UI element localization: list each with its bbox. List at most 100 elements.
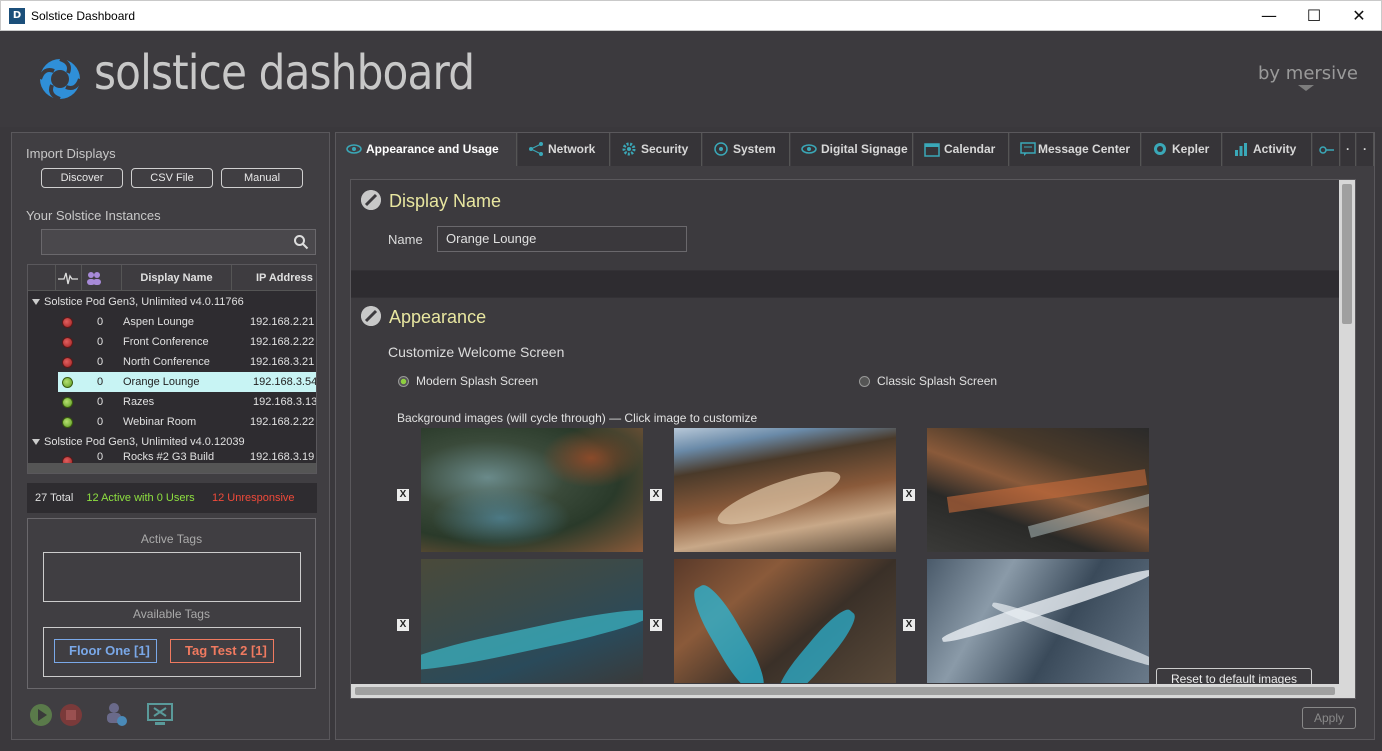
remove-image-button[interactable]: X [903, 619, 915, 631]
scrollbar-thumb[interactable] [355, 687, 1335, 695]
instances-table: Display Name IP Address Solstice Pod Gen… [27, 264, 317, 474]
display-name-title: Display Name [389, 191, 502, 211]
background-image-thumbnail[interactable] [927, 428, 1149, 552]
screen-icon[interactable] [147, 703, 173, 727]
network-icon [529, 142, 543, 156]
import-displays-label: Import Displays [26, 146, 116, 161]
tab-calendar[interactable]: Calendar [914, 133, 1009, 166]
minimize-button[interactable]: — [1246, 1, 1292, 31]
available-tags-label: Available Tags [133, 607, 210, 621]
maximize-button[interactable]: ☐ [1291, 1, 1337, 31]
background-image-thumbnail[interactable] [421, 428, 643, 552]
table-row[interactable]: 0 Razes 192.168.3.13 [28, 392, 316, 412]
table-row[interactable]: 0 North Conference 192.168.3.21 [28, 352, 316, 372]
tab-kepler[interactable]: Kepler [1142, 133, 1222, 166]
tab-network[interactable]: Network [518, 133, 610, 166]
close-button[interactable]: ✕ [1336, 1, 1382, 31]
status-online-icon [62, 377, 73, 388]
brand-label: by mersive [1258, 63, 1358, 84]
content-horizontal-scrollbar[interactable] [351, 684, 1341, 698]
available-tags-list: Floor One [1] Tag Test 2 [1] [43, 627, 301, 677]
section-divider [351, 271, 1341, 297]
status-offline-icon [62, 337, 73, 348]
group-row[interactable]: Solstice Pod Gen3, Unlimited v4.0.11766 [28, 292, 316, 312]
tab-system[interactable]: System [703, 133, 790, 166]
message-icon [1020, 142, 1036, 156]
content-vertical-scrollbar[interactable] [1339, 180, 1355, 698]
column-expand[interactable] [28, 265, 56, 291]
remove-image-button[interactable]: X [903, 489, 915, 501]
stop-icon[interactable] [59, 703, 83, 727]
background-image-thumbnail[interactable] [927, 559, 1149, 683]
appearance-title: Appearance [389, 307, 487, 327]
settings-content: Display Name Name Orange Lounge Appearan… [350, 179, 1356, 699]
solstice-logo-icon [38, 57, 82, 101]
column-users[interactable] [82, 265, 122, 291]
total-count: 27 Total [35, 492, 74, 504]
table-row[interactable]: 0 Rocks #2 G3 Build 192.168.3.19 [28, 451, 316, 463]
customize-welcome-label: Customize Welcome Screen [388, 344, 565, 360]
manual-button[interactable]: Manual [221, 168, 303, 188]
instances-label: Your Solstice Instances [26, 208, 161, 223]
modern-splash-radio[interactable] [398, 376, 409, 387]
settings-tabs: Appearance and Usage Network Security Sy… [336, 133, 1376, 166]
active-count: 12 Active with 0 Users [86, 492, 195, 504]
tab-digital-signage[interactable]: Digital Signage [791, 133, 913, 166]
status-offline-icon [62, 456, 73, 463]
key-icon [1319, 146, 1334, 154]
table-row-selected[interactable]: 0 Orange Lounge 192.168.3.54 [58, 372, 316, 392]
table-row[interactable]: 0 Front Conference 192.168.2.22 [28, 332, 316, 352]
column-display-name[interactable]: Display Name [122, 265, 232, 291]
scrollbar-thumb[interactable] [1342, 184, 1352, 324]
tag-test-2[interactable]: Tag Test 2 [1] [170, 639, 274, 663]
active-tags-label: Active Tags [140, 532, 203, 546]
display-name-input[interactable]: Orange Lounge [437, 226, 687, 252]
edit-icon [361, 306, 381, 326]
eye-icon [801, 144, 817, 154]
background-image-thumbnail[interactable] [421, 559, 643, 683]
remove-image-button[interactable]: X [650, 619, 662, 631]
background-images-label: Background images (will cycle through) —… [397, 411, 758, 425]
modern-splash-label: Modern Splash Screen [416, 374, 539, 388]
tag-floor-one[interactable]: Floor One [1] [54, 639, 157, 663]
status-offline-icon [62, 357, 73, 368]
right-panel: Appearance and Usage Network Security Sy… [335, 132, 1375, 740]
group-row[interactable]: Solstice Pod Gen3, Unlimited v4.0.12039 [28, 432, 316, 452]
discover-button[interactable]: Discover [41, 168, 123, 188]
apply-button[interactable]: Apply [1302, 707, 1356, 729]
edit-icon [361, 190, 381, 210]
classic-splash-radio[interactable] [859, 376, 870, 387]
tab-scroll-right-button[interactable]: · [1357, 133, 1374, 166]
tab-activity[interactable]: Activity [1223, 133, 1312, 166]
bar-chart-icon [1235, 143, 1247, 156]
remove-image-button[interactable]: X [397, 489, 409, 501]
users-icon [87, 272, 101, 285]
instance-search-input[interactable] [41, 229, 316, 255]
table-horizontal-scrollbar[interactable] [28, 463, 316, 473]
tab-appearance-and-usage[interactable]: Appearance and Usage [336, 133, 517, 166]
tab-message-center[interactable]: Message Center [1010, 133, 1141, 166]
window-title: Solstice Dashboard [31, 9, 136, 23]
status-offline-icon [62, 317, 73, 328]
unresponsive-count: 12 Unresponsive [212, 483, 295, 513]
tab-scroll-left-button[interactable]: · [1341, 133, 1356, 166]
column-status[interactable] [56, 265, 82, 291]
table-row[interactable]: 0 Aspen Lounge 192.168.2.21 [28, 312, 316, 332]
csv-file-button[interactable]: CSV File [131, 168, 213, 188]
app-header: solstice dashboard by mersive [0, 31, 1382, 127]
active-tags-dropzone[interactable] [43, 552, 301, 602]
background-image-thumbnail[interactable] [674, 559, 896, 683]
pulse-icon [58, 272, 78, 285]
column-ip-address[interactable]: IP Address [232, 265, 316, 291]
left-panel: Import Displays Discover CSV File Manual… [11, 132, 330, 740]
tab-security[interactable]: Security [611, 133, 702, 166]
remove-image-button[interactable]: X [397, 619, 409, 631]
app-icon: D [9, 8, 25, 24]
remove-image-button[interactable]: X [650, 489, 662, 501]
table-row[interactable]: 0 Webinar Room 192.168.2.22 [28, 412, 316, 432]
play-icon[interactable] [29, 703, 53, 727]
background-image-thumbnail[interactable] [674, 428, 896, 552]
tab-overflow[interactable] [1313, 133, 1340, 166]
status-online-icon [62, 417, 73, 428]
remove-user-icon[interactable] [104, 701, 128, 727]
